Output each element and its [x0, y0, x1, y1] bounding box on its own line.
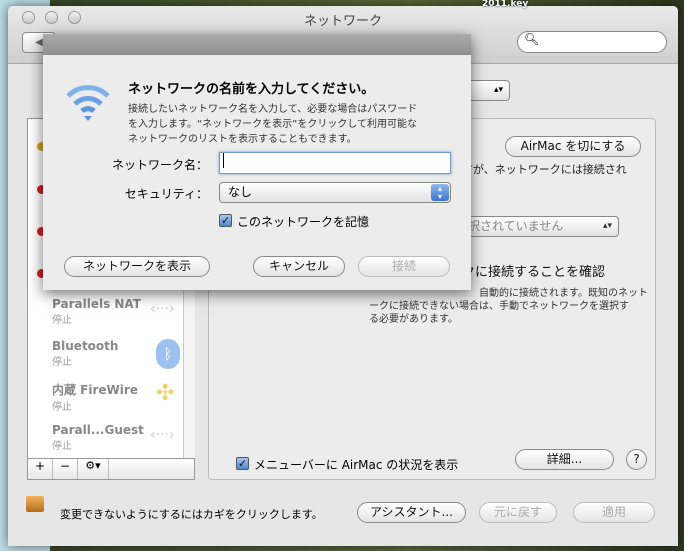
sheet-desc: ネットワークのリストを表示することもできます。 — [128, 134, 357, 145]
lock-icon[interactable] — [26, 496, 44, 512]
remember-checkbox[interactable]: ✓ — [219, 214, 232, 227]
connect-button[interactable]: 接続 — [358, 256, 450, 277]
search-icon: 🔍︎ — [524, 32, 540, 46]
item-name: Parall...Guest — [52, 423, 144, 437]
search-field[interactable]: 🔍︎ — [517, 31, 667, 53]
network-name-label: ネットワーク名： — [111, 158, 208, 172]
item-name: Bluetooth — [52, 339, 119, 353]
apply-button[interactable]: 適用 — [573, 502, 655, 523]
airmac-off-button[interactable]: AirMac を切にする — [505, 136, 641, 157]
list-item[interactable]: Bluetooth 停止 — [52, 339, 118, 368]
join-network-sheet: ネットワークの名前を入力してください。 接続したいネットワーク名を入力して、必要… — [43, 34, 471, 290]
item-status: 停止 — [52, 357, 72, 368]
list-item[interactable]: 内蔵 FireWire 停止 — [52, 381, 138, 413]
item-status: 停止 — [52, 315, 72, 326]
network-name-popup[interactable]: 択されていません ▴▾ — [459, 216, 619, 237]
stepper-icon: ▴ ▾ — [431, 184, 449, 201]
advanced-button[interactable]: 詳細... — [515, 449, 614, 470]
window-title: ネットワーク — [303, 14, 382, 29]
sheet-desc: を入力します。“ネットワークを表示”をクリックして利用可能な — [128, 119, 418, 130]
remember-label: このネットワークを記憶 — [237, 215, 370, 229]
bluetooth-icon: ᛒ — [156, 339, 180, 369]
network-popup-value: 択されていません — [468, 219, 564, 233]
ethernet-icon: ‹···› — [150, 427, 175, 443]
network-name-input[interactable] — [219, 152, 451, 174]
gear-icon[interactable]: ⚙▾ — [78, 459, 109, 479]
ask-desc: る必要があります。 — [369, 314, 458, 325]
status-text: ますが、ネットワークには接続され — [451, 163, 627, 176]
cancel-button[interactable]: キャンセル — [253, 256, 345, 277]
item-status: 停止 — [52, 402, 72, 413]
item-name: 内蔵 FireWire — [52, 383, 138, 397]
revert-button[interactable]: 元に戻す — [479, 502, 557, 523]
sheet-header — [43, 34, 471, 55]
assistant-button[interactable]: アシスタント... — [357, 502, 466, 523]
ethernet-icon: ‹···› — [150, 301, 175, 317]
menubar-checkbox-label: メニューバーに AirMac の状況を表示 — [254, 458, 459, 472]
help-button[interactable]: ? — [626, 449, 647, 470]
sheet-desc: 接続したいネットワーク名を入力して、必要な場合はパスワード — [128, 104, 418, 115]
lock-text: 変更できないようにするにはカギをクリックします。 — [60, 508, 323, 521]
ask-to-join-label: クに接続することを確認 — [462, 265, 606, 280]
firewire-icon: ✣ — [156, 381, 175, 406]
menubar-checkbox[interactable]: ✓ — [236, 457, 249, 470]
list-item[interactable]: Parall...Guest 停止 — [52, 423, 144, 452]
show-networks-button[interactable]: ネットワークを表示 — [64, 256, 210, 277]
item-status: 停止 — [52, 441, 72, 452]
add-service-button[interactable]: + — [28, 459, 53, 479]
sheet-title: ネットワークの名前を入力してください。 — [128, 82, 375, 97]
remove-service-button[interactable]: − — [53, 459, 78, 479]
security-label: セキュリティ： — [124, 187, 208, 201]
wifi-icon — [66, 85, 110, 121]
item-name: Parallels NAT — [52, 297, 141, 311]
list-item[interactable]: Parallels NAT 停止 — [52, 297, 141, 326]
security-popup[interactable]: なし ▴ ▾ — [219, 182, 451, 203]
security-value: なし — [228, 185, 253, 199]
desktop-file-label[interactable]: 2011.key — [482, 0, 528, 9]
list-buttons: + − ⚙▾ — [27, 458, 195, 480]
